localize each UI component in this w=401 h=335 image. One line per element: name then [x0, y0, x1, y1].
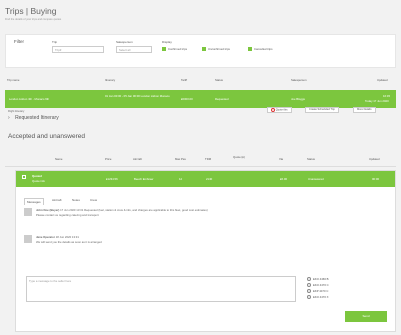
- chevron-right-icon: ›: [8, 115, 10, 121]
- cancelled-label: Cancelled trips: [254, 47, 273, 51]
- tab-notes[interactable]: Notes: [72, 198, 80, 202]
- cancelled-checkbox[interactable]: [248, 47, 252, 51]
- display-label: Display: [162, 40, 172, 44]
- filter-label: Filter: [14, 39, 24, 44]
- send-button[interactable]: Send: [345, 311, 387, 322]
- page-title: Trips | Buying: [5, 6, 57, 16]
- create-scheduled-trip-button[interactable]: Create Scheduled Trip: [305, 107, 339, 113]
- unconfirmed-label: Unconfirmed trips: [208, 47, 230, 51]
- trip-label: Trip: [52, 40, 58, 44]
- page-subtitle: Find the details of your trips and compa…: [5, 18, 62, 21]
- recipient-label: EKO 4466 B: [313, 277, 329, 281]
- table-row[interactable]: London Lisbon 4th - Monaco 6th 01 Jan 00…: [5, 90, 396, 108]
- confirmed-label: Confirmed trips: [168, 47, 187, 51]
- col-tariff: Tariff: [181, 78, 188, 82]
- filter-panel: Filter Trip Trip# Salesperson Select all…: [5, 34, 396, 68]
- message-text-2: Please contact us regarding catering and…: [36, 213, 99, 217]
- message-input[interactable]: Type a message to the seller here: [26, 276, 296, 302]
- col-status: Status: [215, 78, 223, 82]
- quote-name: Quoted: [32, 174, 42, 178]
- accepted-table-header: Name Price Aircraft Max Pax TDM Quote (£…: [5, 155, 396, 167]
- circle-icon: [271, 108, 275, 112]
- col-salesperson: Salesperson: [291, 78, 307, 82]
- col-tdm: TDM: [205, 157, 212, 161]
- aircraft-cell: Beech Embraer: [134, 177, 154, 181]
- tdm-cell: 2140: [206, 177, 213, 181]
- status-cell: Requested: [215, 97, 229, 101]
- requested-itinerary-toggle[interactable]: › Requested Itinerary: [8, 115, 59, 121]
- message-text: We will send you the details as soon as …: [36, 240, 102, 244]
- updated-cell: 00:00: [372, 177, 379, 181]
- salesperson-label: Salesperson: [116, 40, 133, 44]
- col-maxpax: Max Pax: [175, 157, 186, 161]
- avatar: [24, 208, 32, 216]
- updated-time-cell: 16:45: [383, 94, 390, 98]
- trips-table-header: Trip name Itinerary Tariff Status Salesp…: [5, 76, 396, 84]
- tab-aircraft[interactable]: Aircraft: [52, 198, 62, 202]
- expand-checkbox[interactable]: [22, 175, 26, 179]
- status-cell: Unanswered: [308, 177, 324, 181]
- page: Trips | Buying Find the details of your …: [5, 6, 396, 332]
- col-status: Status: [307, 157, 315, 161]
- col-aircraft: Aircraft: [133, 157, 142, 161]
- recipient-label: EKP 4470 C: [313, 289, 329, 293]
- tab-crew[interactable]: Crew: [90, 198, 97, 202]
- recipient-radio[interactable]: [307, 295, 311, 299]
- recipient-radio[interactable]: [307, 283, 311, 287]
- recipient-radio[interactable]: [307, 289, 311, 293]
- salesperson-cell: Joe Bloggs: [291, 97, 305, 101]
- message-text: Requested (fuel, station & crew & info, …: [84, 208, 208, 212]
- col-quote: Quote (£): [233, 155, 245, 159]
- col-name: Name: [55, 157, 63, 161]
- quote-panel: Quoted Quote info £1234.56 Beech Embraer…: [15, 170, 396, 332]
- tariff-cell: £0000.00: [181, 97, 193, 101]
- message-author: Jane Operator: [36, 235, 55, 239]
- trip-input[interactable]: Trip#: [52, 46, 104, 53]
- recipient-label: EKO 4470 C: [313, 283, 329, 287]
- quote-this-button[interactable]: Quote this: [267, 107, 292, 113]
- unconfirmed-checkbox[interactable]: [202, 47, 206, 51]
- maxpax-cell: 12: [179, 177, 183, 181]
- col-updated: Updated: [369, 157, 380, 161]
- itinerary-cell: 01 Jan 00:00 - 05 Jan 00:00 London Lisbo…: [105, 94, 170, 98]
- quote-cell: £6.00: [280, 177, 287, 181]
- table-row[interactable]: Quoted Quote info £1234.56 Beech Embraer…: [16, 171, 395, 187]
- recipient-label: EKO 4470 X: [313, 295, 329, 299]
- salesperson-select[interactable]: Select all: [116, 46, 152, 53]
- message-author: John Doe (Buyer): [36, 208, 60, 212]
- accepted-heading: Accepted and unanswered: [8, 133, 85, 140]
- col-via: Via: [279, 157, 283, 161]
- confirmed-checkbox[interactable]: [162, 47, 166, 51]
- recipient-radio[interactable]: [307, 277, 311, 281]
- tab-messages[interactable]: Messages: [24, 198, 44, 205]
- price-cell: £1234.56: [106, 177, 118, 181]
- col-itinerary: Itinerary: [105, 78, 116, 82]
- col-updated: Updated: [377, 78, 388, 82]
- message-time: 18 Jun 2020 13:31: [55, 235, 79, 239]
- quote-subname: Quote info: [32, 179, 45, 183]
- avatar: [24, 235, 32, 243]
- message-time: 17 Jun 2020 13:31: [60, 208, 84, 212]
- more-details-button[interactable]: More Details: [353, 107, 376, 113]
- flight-itinerary-caption: Flight itinerary: [8, 110, 25, 113]
- updated-date-cell: Today 17 Jun 2020: [365, 99, 389, 103]
- col-trip-name: Trip name: [7, 78, 20, 82]
- col-price: Price: [105, 157, 112, 161]
- trip-name-cell: London Lisbon 4th - Monaco 6th: [9, 97, 50, 101]
